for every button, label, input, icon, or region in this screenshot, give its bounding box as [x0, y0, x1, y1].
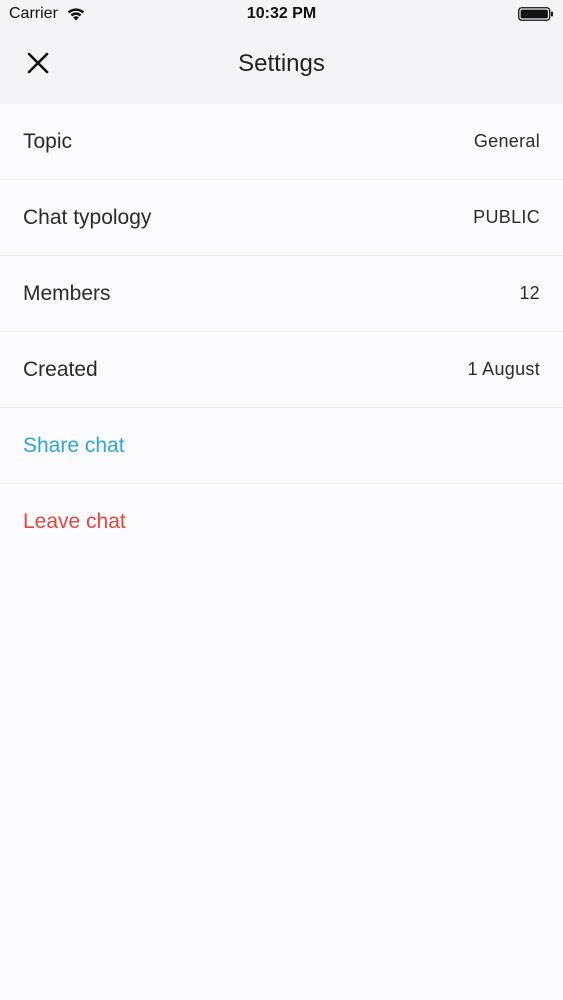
share-chat-label: Share chat [23, 433, 125, 457]
row-label: Chat typology [23, 205, 152, 229]
battery-icon [518, 7, 554, 21]
top-area: Carrier 10:32 PM Settings [0, 0, 563, 104]
row-value: PUBLIC [473, 207, 540, 227]
row-value: 1 August [467, 359, 540, 379]
leave-chat-label: Leave chat [23, 509, 126, 533]
share-chat-button[interactable]: Share chat [0, 408, 563, 484]
settings-row-chat-typology: Chat typology PUBLIC [0, 180, 563, 256]
settings-row-members[interactable]: Members 12 [0, 256, 563, 332]
row-label: Members [23, 281, 111, 305]
status-bar: Carrier 10:32 PM [0, 0, 563, 30]
status-time: 10:32 PM [246, 5, 317, 22]
page-title: Settings [238, 50, 325, 77]
row-label: Topic [23, 129, 73, 153]
row-value: General [473, 131, 540, 151]
settings-row-created: Created 1 August [0, 332, 563, 408]
row-label: Created [23, 357, 98, 381]
settings-row-topic: Topic General [0, 104, 563, 180]
nav-bar: Settings [0, 30, 563, 104]
settings-list: Topic General Chat typology PUBLIC Membe… [0, 104, 563, 559]
row-value: 12 [519, 283, 540, 303]
leave-chat-button[interactable]: Leave chat [0, 484, 563, 559]
